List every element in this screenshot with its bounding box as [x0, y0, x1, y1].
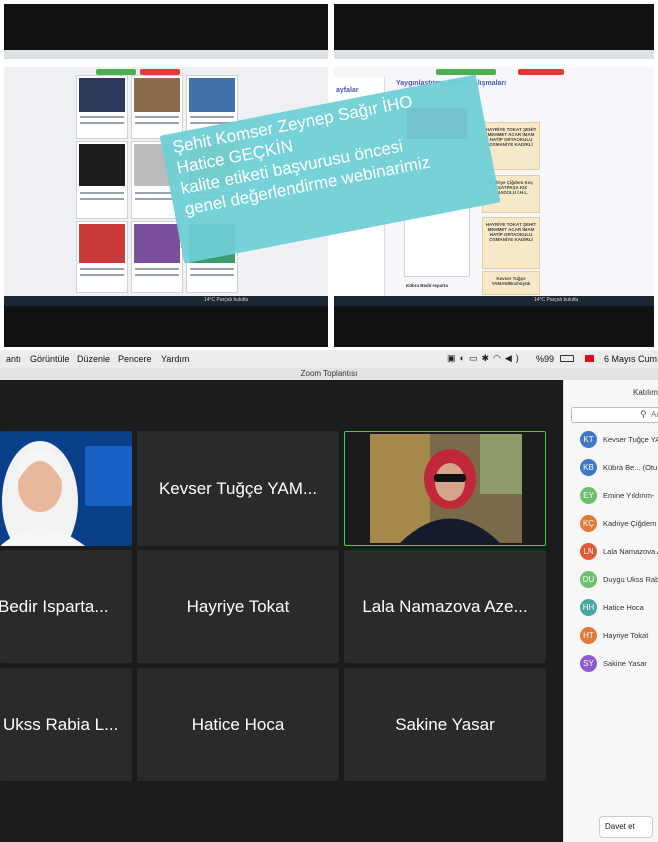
zoom-title-bar: Zoom Toplantısı — [0, 368, 658, 380]
video-tile[interactable]: Sakine Yasar — [344, 668, 546, 781]
participant-name: Hatice Hoca — [603, 603, 644, 612]
participant-avatar: EY — [580, 487, 597, 504]
card-3[interactable]: HAYRİYE TOKAT ŞEHİT MEHMET ACAR İMAM HAT… — [482, 217, 540, 269]
window-title: Zoom Toplantısı — [300, 369, 358, 378]
participant-avatar: HH — [580, 599, 597, 616]
participant-name: Sakine Yasar — [603, 659, 647, 668]
tile-name: Hatice Hoca — [191, 714, 285, 734]
participant-video — [370, 434, 522, 543]
video-tile[interactable]: Ukss Rabia L... — [0, 668, 132, 781]
participant-row[interactable]: LN Lala Namazova A — [580, 542, 658, 561]
invite-label: Davet et — [605, 822, 635, 831]
tile-name: Sakine Yasar — [395, 714, 495, 734]
mac-menu-bar: antı Görüntüle Düzenle Pencere Yardım ▣◐… — [0, 350, 658, 369]
participant-avatar: DU — [580, 571, 597, 588]
post-card[interactable] — [131, 75, 183, 139]
menu-item-help[interactable]: Yardım — [161, 354, 189, 364]
status-pill — [436, 69, 496, 75]
tile-name: Bedir Isparta... — [0, 596, 109, 616]
participant-name: Duygu Ukss Rab — [603, 575, 658, 584]
participant-name: Hayriye Tokat — [603, 631, 649, 640]
tile-name: Kevser Tuğçe YAM... — [158, 478, 318, 498]
participant-row[interactable]: DU Duygu Ukss Rab — [580, 570, 658, 589]
participant-avatar: KB — [580, 459, 597, 476]
post-card[interactable] — [76, 221, 128, 293]
participant-row[interactable]: KB Kübra Be... (Otu — [580, 458, 657, 477]
card-4-title: Kevser Tuğçe YAMAN/Bozhüyük — [491, 276, 531, 286]
participant-name: Kadriye Çiğdem — [603, 519, 657, 528]
status-icons: ▣◐▭✱◠◀) — [447, 353, 523, 363]
participant-row[interactable]: KT Kevser Tuğçe YA — [580, 430, 658, 449]
search-placeholder: Ar — [651, 410, 658, 419]
menu-item-view[interactable]: Görüntüle — [30, 354, 70, 364]
video-tile[interactable]: Kevser Tuğçe YAM... — [137, 431, 339, 546]
participant-row[interactable]: KÇ Kadriye Çiğdem — [580, 514, 656, 533]
participants-panel: Katılım ⚲ Ar KT Kevser Tuğçe YA KB Kübra Be… — [563, 380, 658, 842]
card-3-title: HAYRİYE TOKAT ŞEHİT MEHMET ACAR İMAM HAT… — [485, 222, 537, 242]
windows-taskbar: 14°C Parçalı bulutlu — [334, 296, 654, 306]
video-tile[interactable]: Hatice Hoca — [137, 668, 339, 781]
video-tile[interactable]: Bedir Isparta... — [0, 550, 132, 663]
participant-name: Emine Yıldırım- — [603, 491, 655, 500]
menu-item-window[interactable]: Pencere — [118, 354, 152, 364]
invite-button[interactable]: Davet et — [599, 816, 653, 838]
card-4[interactable]: Kevser Tuğçe YAMAN/Bozhüyük — [482, 271, 540, 295]
battery-level[interactable]: %99 — [536, 354, 554, 364]
video-tile[interactable]: Lala Namazova Aze... — [344, 550, 546, 663]
clock-date[interactable]: 6 Mayıs Cum — [604, 354, 657, 364]
search-box[interactable]: ⚲ Ar — [571, 407, 658, 423]
participant-avatar: SY — [580, 655, 597, 672]
tile-name: Hayriye Tokat — [186, 596, 290, 616]
participant-row[interactable]: HT Hayriye Tokat — [580, 626, 648, 645]
gallery-view: Kevser Tuğçe YAM... Bedir Isparta... Hay… — [0, 380, 563, 842]
menu-item-edit[interactable]: Düzenle — [77, 354, 110, 364]
presenter-video — [0, 431, 132, 546]
participant-avatar: KÇ — [580, 515, 597, 532]
participant-avatar: HT — [580, 627, 597, 644]
post-card[interactable] — [76, 141, 128, 219]
participant-row[interactable]: HH Hatice Hoca — [580, 598, 644, 617]
browser-tabs[interactable] — [334, 50, 654, 59]
panel-title: Katılım — [633, 388, 658, 397]
post-card[interactable] — [131, 221, 183, 293]
windows-taskbar: 14°C Parçalı bulutlu — [4, 296, 328, 306]
video-tile[interactable]: Hayriye Tokat — [137, 550, 339, 663]
video-tile-presenter[interactable] — [0, 431, 132, 546]
tile-name: Ukss Rabia L... — [3, 714, 119, 734]
post-card[interactable] — [76, 75, 128, 139]
left-menu-label: ayfalar — [336, 87, 359, 94]
participant-name: Kevser Tuğçe YA — [603, 435, 658, 444]
weather-label: 14°C Parçalı bulutlu — [534, 297, 579, 303]
participant-name: Lala Namazova A — [603, 547, 658, 556]
weather-label: 14°C Parçalı bulutlu — [204, 297, 249, 303]
participant-row[interactable]: EY Emine Yıldırım- — [580, 486, 655, 505]
participant-avatar: LN — [580, 543, 597, 560]
bottom-card-label: Kübra Bedir-Isparta — [406, 283, 449, 288]
search-icon: ⚲ — [640, 409, 647, 419]
flag-icon — [585, 355, 594, 362]
participant-row[interactable]: SY Sakine Yasar — [580, 654, 647, 673]
battery-icon — [560, 355, 574, 362]
browser-tabs[interactable] — [4, 50, 328, 59]
video-tile-active[interactable] — [344, 431, 546, 546]
tile-name: Lala Namazova Aze... — [362, 596, 528, 616]
status-pill — [518, 69, 564, 75]
menu-item-app[interactable]: antı — [6, 354, 21, 364]
participant-avatar: KT — [580, 431, 597, 448]
participant-name: Kübra Be... (Otu — [603, 463, 658, 472]
